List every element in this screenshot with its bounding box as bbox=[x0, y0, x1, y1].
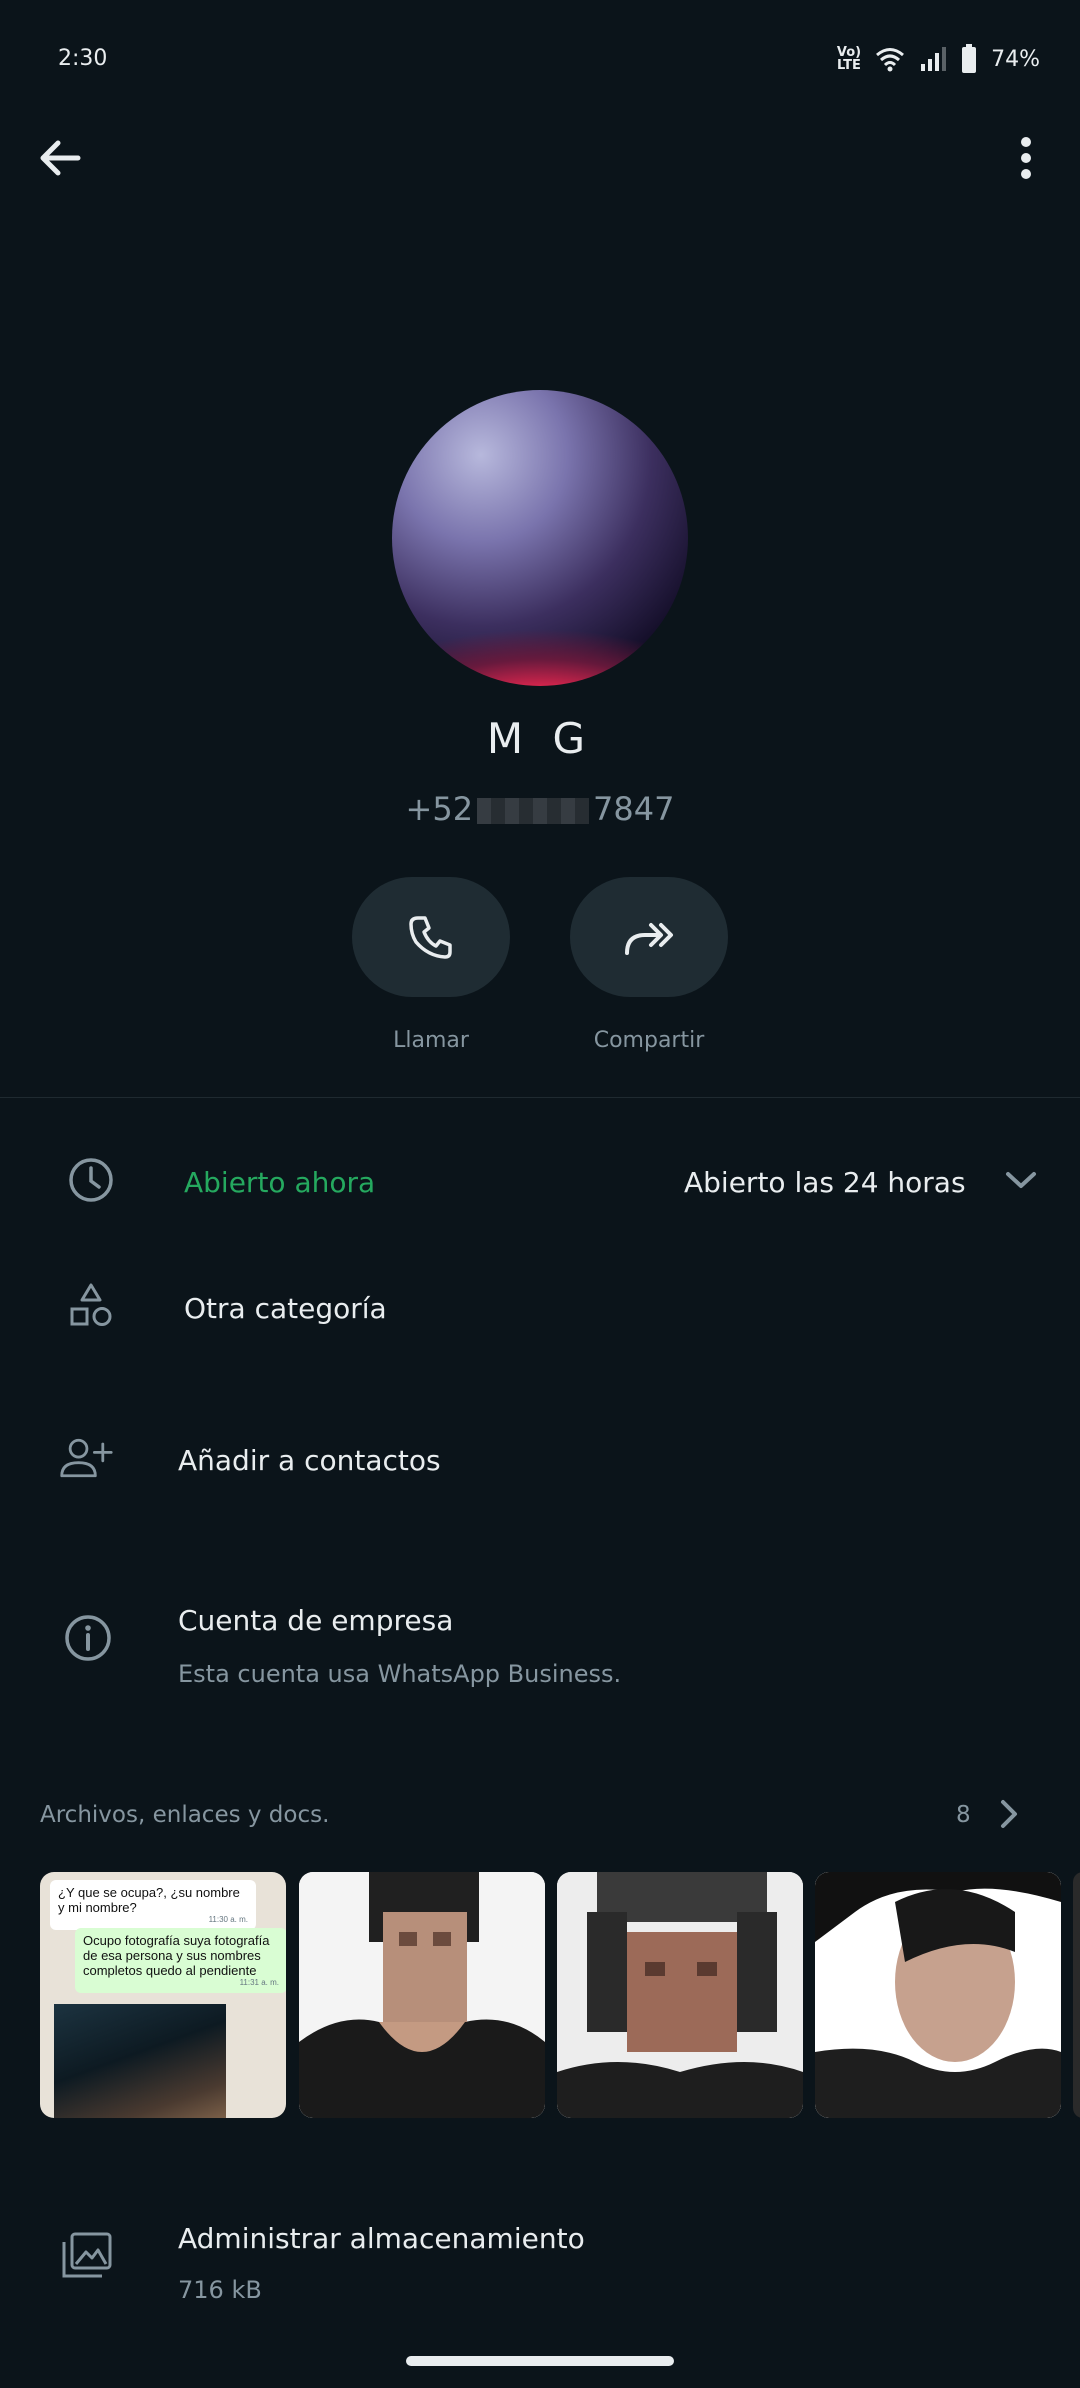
hours-expand-button[interactable] bbox=[996, 1160, 1046, 1200]
media-thumbnail[interactable] bbox=[815, 1872, 1061, 2118]
signal-icon bbox=[921, 47, 947, 71]
chevron-right-icon bbox=[1001, 1800, 1017, 1828]
add-contact-label[interactable]: Añadir a contactos bbox=[178, 1444, 441, 1477]
media-section-label[interactable]: Archivos, enlaces y docs. bbox=[40, 1802, 329, 1828]
blurred-photo bbox=[299, 1872, 545, 2118]
call-label: Llamar bbox=[393, 1028, 469, 1053]
share-button[interactable] bbox=[570, 877, 728, 997]
share-icon bbox=[625, 923, 673, 955]
manage-storage-label[interactable]: Administrar almacenamiento bbox=[178, 2222, 585, 2255]
media-thumbnail[interactable]: ¿Y que se ocupa?, ¿su nombre y mi nombre… bbox=[40, 1872, 286, 2118]
business-account-title: Cuenta de empresa bbox=[178, 1604, 454, 1637]
more-vertical-icon bbox=[1021, 137, 1031, 179]
status-time: 2:30 bbox=[58, 46, 108, 71]
battery-icon bbox=[962, 44, 977, 73]
storage-icon bbox=[62, 2232, 112, 2278]
battery-level: 74% bbox=[991, 46, 1040, 72]
media-see-all-button[interactable] bbox=[994, 1794, 1024, 1834]
phone-redacted bbox=[477, 798, 590, 824]
status-icons: Vo) LTE 74% bbox=[837, 44, 1040, 74]
business-account-subtitle: Esta cuenta usa WhatsApp Business. bbox=[178, 1660, 622, 1688]
category-label: Otra categoría bbox=[184, 1292, 387, 1325]
home-indicator[interactable] bbox=[406, 2356, 674, 2366]
contact-name: M G bbox=[486, 714, 594, 763]
clock-icon bbox=[63, 1152, 119, 1208]
chat-bubble-incoming: ¿Y que se ocupa?, ¿su nombre y mi nombre… bbox=[50, 1880, 256, 1930]
arrow-left-icon bbox=[40, 140, 81, 176]
volte-icon: Vo) LTE bbox=[836, 45, 862, 73]
media-thumbnail[interactable] bbox=[557, 1872, 803, 2118]
info-icon bbox=[60, 1610, 116, 1666]
more-options-button[interactable] bbox=[1004, 128, 1048, 188]
contact-phone: +52 7847 bbox=[0, 790, 1080, 828]
media-thumbnail-partial[interactable] bbox=[1073, 1872, 1080, 2118]
chevron-down-icon bbox=[1006, 1172, 1036, 1188]
wifi-icon bbox=[876, 48, 905, 72]
storage-size: 716 kB bbox=[178, 2276, 262, 2304]
hours-value: Abierto las 24 horas bbox=[684, 1166, 966, 1199]
media-thumbnail[interactable] bbox=[299, 1872, 545, 2118]
divider bbox=[0, 1097, 1080, 1098]
share-label: Compartir bbox=[593, 1028, 705, 1053]
photo bbox=[815, 1872, 1061, 2118]
chat-bubble-outgoing: Ocupo fotografía suya fotografía de esa … bbox=[75, 1928, 286, 1993]
shapes-icon bbox=[63, 1278, 119, 1334]
manage-storage-row[interactable] bbox=[58, 2228, 114, 2284]
phone-suffix: 7847 bbox=[593, 790, 675, 828]
add-person-icon bbox=[60, 1438, 113, 1478]
avatar[interactable] bbox=[392, 390, 688, 686]
call-button[interactable] bbox=[352, 877, 510, 997]
add-contact-row[interactable] bbox=[58, 1430, 114, 1486]
media-count: 8 bbox=[956, 1802, 971, 1828]
phone-icon bbox=[409, 916, 452, 959]
phone-prefix: +52 bbox=[405, 790, 474, 828]
back-button[interactable] bbox=[30, 128, 90, 188]
chat-photo bbox=[54, 2004, 226, 2118]
open-status: Abierto ahora bbox=[184, 1166, 376, 1199]
blurred-photo bbox=[557, 1872, 803, 2118]
